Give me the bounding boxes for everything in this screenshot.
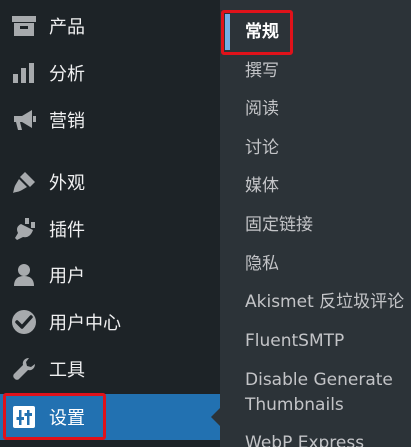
menu-item-plugins[interactable]: 插件 bbox=[0, 206, 220, 252]
submenu-item-disable-generate-thumbnails[interactable]: Disable Generate Thumbnails bbox=[245, 368, 411, 418]
menu-item-settings[interactable]: 设置 bbox=[0, 394, 220, 440]
menu-item-label: 营销 bbox=[49, 111, 85, 132]
menu-item-label: 工具 bbox=[49, 360, 85, 381]
submenu-item-webp-express[interactable]: WebP Express bbox=[245, 431, 364, 447]
user-icon bbox=[10, 261, 38, 289]
menu-item-label: 分析 bbox=[49, 64, 85, 85]
submenu-current-indicator bbox=[225, 14, 230, 50]
megaphone-icon bbox=[10, 106, 38, 134]
menu-item-products[interactable]: 产品 bbox=[0, 3, 220, 49]
bar-chart-icon bbox=[10, 59, 38, 87]
menu-item-tools[interactable]: 工具 bbox=[0, 346, 220, 392]
submenu-item-media[interactable]: 媒体 bbox=[245, 174, 279, 199]
paintbrush-icon bbox=[10, 168, 38, 196]
submenu-item-general[interactable]: 常规 bbox=[245, 20, 279, 45]
menu-item-user-center[interactable]: 用户中心 bbox=[0, 299, 220, 345]
menu-item-label: 插件 bbox=[49, 220, 85, 241]
submenu-item-discussion[interactable]: 讨论 bbox=[245, 136, 279, 161]
submenu-item-privacy[interactable]: 隐私 bbox=[245, 252, 279, 277]
plugin-icon bbox=[10, 215, 38, 243]
admin-menu: 产品 分析 营销 外观 插件 用户 用户中心 工具 设置 bbox=[0, 0, 220, 447]
menu-item-label: 产品 bbox=[49, 17, 85, 38]
menu-item-marketing[interactable]: 营销 bbox=[0, 97, 220, 143]
submenu-item-permalinks[interactable]: 固定链接 bbox=[245, 213, 313, 238]
menu-item-label: 用户 bbox=[49, 266, 85, 287]
wrench-icon bbox=[10, 355, 38, 383]
menu-item-appearance[interactable]: 外观 bbox=[0, 159, 220, 205]
submenu-item-fluentsmtp[interactable]: FluentSMTP bbox=[245, 329, 344, 354]
menu-item-label: 用户中心 bbox=[49, 313, 121, 334]
submenu-item-reading[interactable]: 阅读 bbox=[245, 97, 279, 122]
submenu-item-akismet[interactable]: Akismet 反垃圾评论 bbox=[245, 290, 404, 315]
menu-item-users[interactable]: 用户 bbox=[0, 252, 220, 298]
settings-sliders-icon bbox=[10, 403, 38, 431]
current-arrow-indicator bbox=[211, 408, 220, 426]
menu-item-analytics[interactable]: 分析 bbox=[0, 50, 220, 96]
archive-icon bbox=[10, 12, 38, 40]
dashboard-check-icon bbox=[10, 308, 38, 336]
menu-item-label: 设置 bbox=[49, 408, 85, 429]
submenu-item-writing[interactable]: 撰写 bbox=[245, 59, 279, 84]
menu-item-label: 外观 bbox=[49, 173, 85, 194]
